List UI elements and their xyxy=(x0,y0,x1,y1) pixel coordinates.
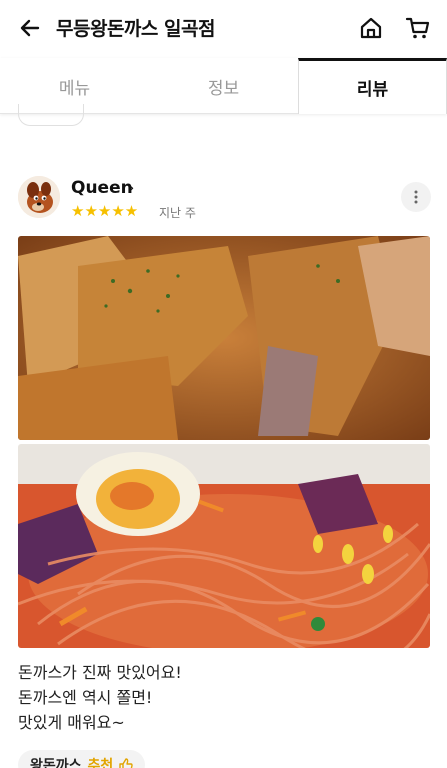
arrow-left-icon xyxy=(20,19,40,37)
previous-review-chip xyxy=(18,104,84,126)
tab-info[interactable]: 정보 xyxy=(149,58,298,114)
cart-button[interactable] xyxy=(401,11,435,45)
recommend-label: 추천 xyxy=(87,758,114,768)
more-vertical-icon xyxy=(414,190,418,204)
back-button[interactable] xyxy=(14,12,46,44)
cart-icon xyxy=(405,17,430,39)
review-line: 돈까스엔 역시 쫄면! xyxy=(18,688,153,707)
review-text: 돈까스가 진짜 맛있어요! 돈까스엔 역시 쫄면! 맛있게 매워요~ xyxy=(18,660,182,735)
reviewer-name[interactable]: Queen xyxy=(71,178,133,198)
tab-review[interactable]: 리뷰 xyxy=(298,58,447,114)
thumbs-up-icon xyxy=(119,758,133,768)
more-options-button[interactable] xyxy=(401,182,431,212)
chevron-right-icon[interactable]: › xyxy=(128,178,134,197)
review-time: 지난 주 xyxy=(159,206,196,220)
review-line: 돈까스가 진짜 맛있어요! xyxy=(18,663,182,682)
review-line: 맛있게 매워요~ xyxy=(18,713,125,732)
rating-stars: ★★★★★ xyxy=(71,202,139,220)
avatar[interactable] xyxy=(18,176,60,218)
home-icon xyxy=(360,17,382,39)
home-button[interactable] xyxy=(354,11,388,45)
review-header: Queen › ★★★★★ 지난 주 xyxy=(18,176,431,224)
menu-recommend-chip[interactable]: 왕돈까스 추천 xyxy=(18,750,146,768)
page-title: 무등왕돈까스 일곡점 xyxy=(56,18,215,40)
app-header: 무등왕돈까스 일곡점 xyxy=(0,0,447,56)
menu-name: 왕돈까스 xyxy=(30,758,82,768)
review-photo-jjolmyeon[interactable] xyxy=(18,444,430,648)
review-photo-tonkatsu[interactable] xyxy=(18,236,430,440)
